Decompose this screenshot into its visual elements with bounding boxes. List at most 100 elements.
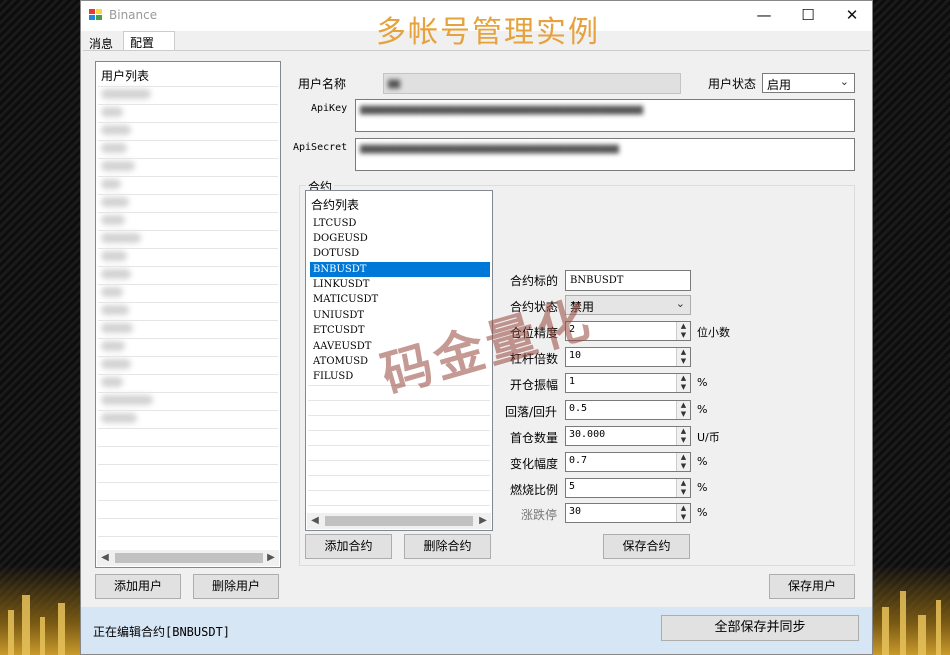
apikey-value: ▆▆▆▆▆▆▆▆▆▆▆▆▆▆▆▆▆▆▆▆▆▆▆▆▆▆▆▆▆▆▆▆▆▆▆▆▆▆▆▆… [360, 104, 643, 115]
list-item[interactable] [101, 89, 151, 99]
list-item[interactable] [101, 125, 131, 135]
scroll-thumb[interactable] [325, 516, 473, 526]
app-window: Binance 多帐号管理实例 — ☐ ✕ 消息 配置 用户列表 ◀ ▶ 添加用… [80, 0, 873, 655]
list-item[interactable] [101, 251, 127, 261]
spinner-icon[interactable]: ▲ ▼ [676, 427, 690, 445]
status-bar: 正在编辑合约[BNBUSDT] 全部保存并同步 [81, 607, 872, 654]
scroll-left-icon[interactable]: ◀ [307, 513, 323, 529]
list-item[interactable] [101, 179, 121, 189]
chevron-down-icon: ⌄ [675, 297, 685, 310]
contract-list[interactable]: 合约列表 LTCUSD DOGEUSD DOTUSD BNBUSDT LINKU… [305, 190, 493, 531]
first-position-qty-unit: U/币 [697, 431, 720, 444]
burn-ratio-stepper[interactable]: 5 ▲ ▼ [565, 478, 691, 498]
limit-stepper[interactable]: 30 ▲ ▼ [565, 503, 691, 523]
add-contract-button[interactable]: 添加合约 [305, 534, 392, 559]
first-position-qty-label: 首仓数量 [510, 431, 559, 445]
list-item[interactable] [101, 377, 123, 387]
list-item[interactable]: ETCUSDT [310, 323, 490, 338]
list-item[interactable] [101, 143, 127, 153]
scroll-left-icon[interactable]: ◀ [97, 550, 113, 566]
building-shape [40, 617, 45, 655]
apikey-field[interactable]: ▆▆▆▆▆▆▆▆▆▆▆▆▆▆▆▆▆▆▆▆▆▆▆▆▆▆▆▆▆▆▆▆▆▆▆▆▆▆▆▆… [355, 99, 855, 132]
pullback-unit: % [697, 403, 708, 416]
first-position-qty-stepper[interactable]: 30.000 ▲ ▼ [565, 426, 691, 446]
list-item[interactable] [101, 359, 131, 369]
position-precision-unit: 位小数 [697, 326, 730, 339]
spinner-icon[interactable]: ▲ ▼ [676, 322, 690, 340]
delete-contract-button[interactable]: 删除合约 [404, 534, 491, 559]
page-title: 多帐号管理实例 [376, 15, 600, 50]
close-button[interactable]: ✕ [830, 3, 874, 29]
user-name-field[interactable]: ▆▆ [383, 73, 681, 94]
user-name-value: ▆▆ [388, 78, 401, 89]
list-item[interactable] [101, 323, 133, 333]
save-user-button[interactable]: 保存用户 [769, 574, 855, 599]
list-item[interactable] [101, 107, 123, 117]
delete-user-button[interactable]: 删除用户 [193, 574, 279, 599]
pullback-stepper[interactable]: 0.5 ▲ ▼ [565, 400, 691, 420]
tab-messages[interactable]: 消息 [83, 33, 119, 51]
contract-list-scrollbar[interactable]: ◀ ▶ [307, 513, 491, 529]
add-user-button[interactable]: 添加用户 [95, 574, 181, 599]
app-logo-icon [89, 9, 103, 21]
list-item[interactable] [101, 215, 125, 225]
scroll-right-icon[interactable]: ▶ [475, 513, 491, 529]
list-item[interactable] [101, 161, 135, 171]
list-item[interactable] [101, 413, 137, 423]
burn-ratio-label: 燃烧比例 [510, 483, 559, 497]
list-item[interactable] [101, 305, 129, 315]
list-item[interactable]: UNIUSDT [310, 308, 490, 323]
list-item[interactable] [101, 395, 153, 405]
list-item[interactable]: ATOMUSD [310, 354, 490, 369]
leverage-stepper[interactable]: 10 ▲ ▼ [565, 347, 691, 367]
contract-state-value: 禁用 [570, 300, 595, 314]
open-amplitude-stepper[interactable]: 1 ▲ ▼ [565, 373, 691, 393]
position-precision-stepper[interactable]: 2 ▲ ▼ [565, 321, 691, 341]
list-item[interactable] [101, 341, 125, 351]
building-shape [58, 603, 65, 655]
list-item[interactable]: DOGEUSD [310, 231, 490, 246]
user-list-scrollbar[interactable]: ◀ ▶ [97, 550, 279, 566]
user-name-label: 用户名称 [298, 77, 347, 91]
change-range-stepper[interactable]: 0.7 ▲ ▼ [565, 452, 691, 472]
user-status-select[interactable]: 启用 ⌄ [762, 73, 855, 93]
spinner-icon[interactable]: ▲ ▼ [676, 348, 690, 366]
apisecret-label: ApiSecret [293, 142, 348, 153]
limit-unit: % [697, 506, 708, 519]
spinner-icon[interactable]: ▲ ▼ [676, 504, 690, 522]
user-status-label: 用户状态 [708, 77, 757, 91]
contract-symbol-field[interactable]: BNBUSDT [565, 270, 691, 291]
save-contract-button[interactable]: 保存合约 [603, 534, 690, 559]
list-item[interactable] [101, 197, 129, 207]
save-all-sync-button[interactable]: 全部保存并同步 [661, 615, 859, 641]
list-item[interactable]: FILUSD [310, 369, 490, 384]
list-item[interactable]: AAVEUSDT [310, 339, 490, 354]
list-item[interactable]: LTCUSD [310, 216, 490, 231]
contract-state-select[interactable]: 禁用 ⌄ [565, 295, 691, 315]
apisecret-value: ▆▆▆▆▆▆▆▆▆▆▆▆▆▆▆▆▆▆▆▆▆▆▆▆▆▆▆▆▆▆▆▆▆▆▆▆▆▆▆▆… [360, 143, 619, 154]
list-item[interactable]: LINKUSDT [310, 277, 490, 292]
spinner-icon[interactable]: ▲ ▼ [676, 453, 690, 471]
spinner-icon[interactable]: ▲ ▼ [676, 374, 690, 392]
list-item[interactable]: DOTUSD [310, 246, 490, 261]
list-item[interactable] [101, 233, 141, 243]
spinner-icon[interactable]: ▲ ▼ [676, 401, 690, 419]
scroll-thumb[interactable] [115, 553, 263, 563]
maximize-button[interactable]: ☐ [786, 3, 830, 29]
apisecret-field[interactable]: ▆▆▆▆▆▆▆▆▆▆▆▆▆▆▆▆▆▆▆▆▆▆▆▆▆▆▆▆▆▆▆▆▆▆▆▆▆▆▆▆… [355, 138, 855, 171]
user-list[interactable]: 用户列表 ◀ ▶ [95, 61, 281, 568]
title-bar[interactable]: Binance 多帐号管理实例 — ☐ ✕ [81, 1, 874, 50]
list-item[interactable]: MATICUSDT [310, 292, 490, 307]
user-status-value: 启用 [767, 78, 792, 92]
contract-list-header: 合约列表 [311, 198, 360, 212]
list-item[interactable] [101, 269, 131, 279]
list-item-selected[interactable]: BNBUSDT [310, 262, 490, 277]
pullback-label: 回落/回升 [505, 405, 558, 419]
scroll-right-icon[interactable]: ▶ [263, 550, 279, 566]
building-shape [936, 600, 941, 655]
list-item[interactable] [101, 287, 123, 297]
minimize-button[interactable]: — [742, 3, 786, 29]
tab-config[interactable]: 配置 [123, 31, 175, 51]
spinner-icon[interactable]: ▲ ▼ [676, 479, 690, 497]
apikey-label: ApiKey [311, 103, 348, 114]
